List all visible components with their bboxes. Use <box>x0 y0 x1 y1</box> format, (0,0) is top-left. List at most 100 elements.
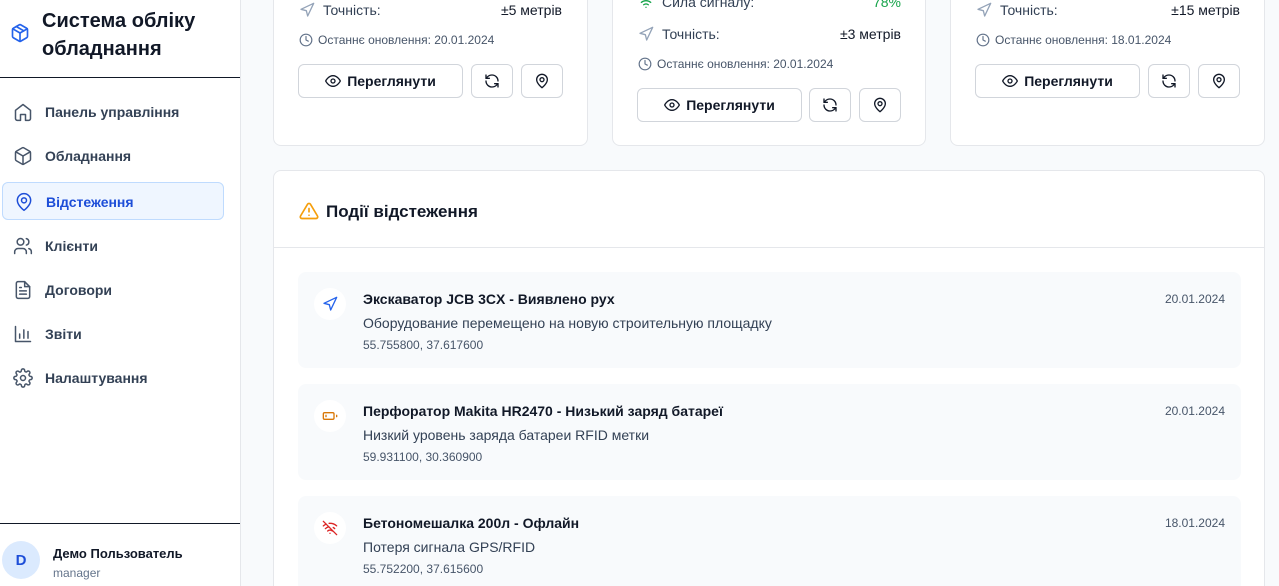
accuracy-label: Точність: <box>1000 2 1058 18</box>
brand: Система обліку обладнання <box>0 0 240 78</box>
refresh-icon <box>1162 74 1176 88</box>
map-pin-icon <box>874 97 886 113</box>
refresh-button[interactable] <box>809 88 851 122</box>
wifi-icon <box>640 0 652 8</box>
sidebar-item-tracking[interactable]: Відстеження <box>2 182 224 220</box>
accuracy-value: ±3 метрів <box>839 26 901 42</box>
sidebar-item-label: Налаштування <box>45 370 148 386</box>
refresh-button[interactable] <box>471 64 513 98</box>
navigation-icon <box>323 296 338 311</box>
user-profile[interactable]: D Демо Пользователь manager <box>0 523 240 586</box>
package-logo-icon <box>11 23 29 43</box>
view-button[interactable]: Переглянути <box>298 64 463 98</box>
clock-icon <box>299 33 313 47</box>
view-button[interactable]: Переглянути <box>637 88 802 122</box>
home-icon <box>14 103 32 122</box>
event-title: Экскаватор JCB 3CX - Виявлено рух <box>363 291 615 307</box>
tracking-events-panel: Події відстеження Экскаватор JCB 3CX - В… <box>273 170 1265 586</box>
view-button-label: Переглянути <box>347 73 436 89</box>
app-title: Система обліку обладнання <box>42 10 196 60</box>
sidebar-item-dashboard[interactable]: Панель управління <box>2 93 224 131</box>
view-button-label: Переглянути <box>1024 73 1113 89</box>
package-icon <box>14 146 32 166</box>
bar-chart-icon <box>14 325 32 343</box>
event-title: Перфоратор Makita HR2470 - Низький заряд… <box>363 403 723 419</box>
accuracy-row: Точність: <box>638 26 720 42</box>
event-description: Потеря сигнала GPS/RFID <box>363 539 536 555</box>
tracking-card: Точність: ±5 метрів Останнє оновлення: 2… <box>273 0 588 146</box>
accuracy-value: ±15 метрів <box>1171 2 1240 18</box>
signal-value: 78% <box>872 0 901 10</box>
map-pin-icon <box>536 73 548 89</box>
sidebar-item-label: Договори <box>45 282 113 298</box>
locate-button[interactable] <box>1198 64 1240 98</box>
sidebar-item-clients[interactable]: Клієнти <box>2 227 224 265</box>
event-icon-wrap <box>314 400 346 432</box>
avatar: D <box>2 541 40 579</box>
sidebar-item-label: Клієнти <box>45 238 98 254</box>
event-description: Низкий уровень заряда батареи RFID метки <box>363 427 650 443</box>
sidebar-item-label: Звіти <box>45 326 82 342</box>
updated-text: Останнє оновлення: 20.01.2024 <box>318 33 495 47</box>
eye-icon <box>1002 75 1019 87</box>
sidebar-item-equipment[interactable]: Обладнання <box>2 137 224 175</box>
updated-row: Останнє оновлення: 18.01.2024 <box>976 33 1171 47</box>
accuracy-label: Точність: <box>662 26 720 42</box>
eye-icon <box>325 75 342 87</box>
event-item[interactable]: Бетономешалка 200л - Офлайн Потеря сигна… <box>298 496 1241 586</box>
map-pin-icon <box>16 192 32 212</box>
signal-row: Сила сигналу: <box>638 0 754 10</box>
tracking-card: Точність: ±15 метрів Останнє оновлення: … <box>950 0 1265 146</box>
event-icon-wrap <box>314 512 346 544</box>
sidebar-item-contracts[interactable]: Договори <box>2 271 224 309</box>
refresh-icon <box>485 74 499 88</box>
panel-header: Події відстеження <box>274 171 1264 248</box>
event-item[interactable]: Экскаватор JCB 3CX - Виявлено рух Оборуд… <box>298 272 1241 368</box>
updated-row: Останнє оновлення: 20.01.2024 <box>299 33 494 47</box>
view-button-label: Переглянути <box>686 97 775 113</box>
sidebar: Система обліку обладнання Панель управлі… <box>0 0 241 586</box>
alert-triangle-icon <box>299 202 319 220</box>
accuracy-label: Точність: <box>323 2 381 18</box>
locate-button[interactable] <box>521 64 563 98</box>
locate-button[interactable] <box>859 88 901 122</box>
event-coords: 59.931100, 30.360900 <box>363 450 483 464</box>
navigation-icon <box>300 2 315 17</box>
eye-icon <box>664 99 681 111</box>
event-coords: 55.755800, 37.617600 <box>363 338 484 352</box>
wifi-off-icon <box>322 520 338 536</box>
panel-title: Події відстеження <box>326 202 478 221</box>
event-description: Оборудование перемещено на новую строите… <box>363 315 772 331</box>
refresh-button[interactable] <box>1148 64 1190 98</box>
sidebar-item-label: Обладнання <box>45 148 132 164</box>
navigation-icon <box>639 26 654 41</box>
view-button[interactable]: Переглянути <box>975 64 1140 98</box>
clock-icon <box>638 57 652 71</box>
event-coords: 55.752200, 37.615600 <box>363 562 484 576</box>
event-icon-wrap <box>314 288 346 320</box>
event-title: Бетономешалка 200л - Офлайн <box>363 515 580 531</box>
event-date: 20.01.2024 <box>1164 292 1225 306</box>
user-name: Демо Пользователь <box>53 546 183 561</box>
user-role: manager <box>53 566 101 580</box>
event-item[interactable]: Перфоратор Makita HR2470 - Низький заряд… <box>298 384 1241 480</box>
sidebar-item-label: Відстеження <box>46 194 134 210</box>
refresh-icon <box>823 98 837 112</box>
signal-label: Сила сигналу: <box>662 0 755 10</box>
users-icon <box>13 237 33 255</box>
file-text-icon <box>15 280 31 300</box>
navigation-icon <box>977 2 992 17</box>
map-pin-icon <box>1213 73 1225 89</box>
sidebar-item-settings[interactable]: Налаштування <box>2 359 224 397</box>
accuracy-row: Точність: <box>976 2 1058 18</box>
updated-text: Останнє оновлення: 20.01.2024 <box>657 57 834 71</box>
event-date: 20.01.2024 <box>1164 404 1225 418</box>
sidebar-item-reports[interactable]: Звіти <box>2 315 224 353</box>
sidebar-item-label: Панель управління <box>45 104 180 120</box>
event-date: 18.01.2024 <box>1164 516 1225 530</box>
accuracy-row: Точність: <box>299 2 381 18</box>
settings-icon <box>13 368 33 388</box>
updated-text: Останнє оновлення: 18.01.2024 <box>995 33 1172 47</box>
updated-row: Останнє оновлення: 20.01.2024 <box>638 57 833 71</box>
battery-low-icon <box>322 412 338 420</box>
